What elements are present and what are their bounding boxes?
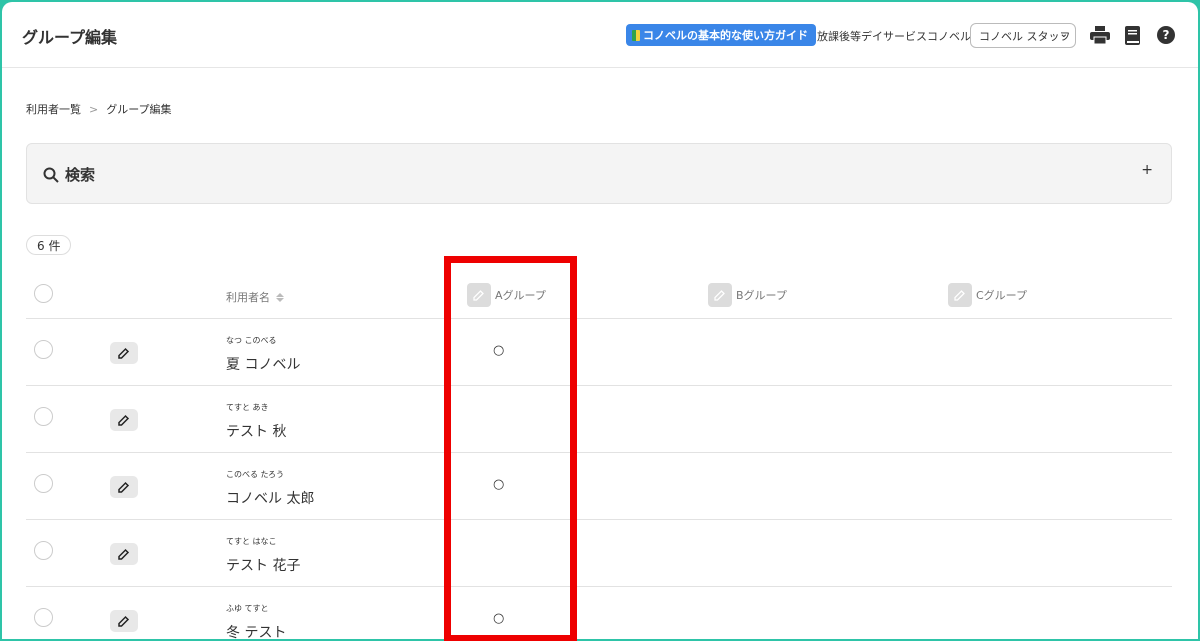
row-checkbox[interactable] [34,541,53,560]
app-window: グループ編集 コノベルの基本的な使い方ガイド 放課後等デイサービス コノベル コ… [2,2,1198,639]
row-checkbox[interactable] [34,407,53,426]
edit-icon[interactable] [708,283,732,307]
group-a-mark: ○ [493,611,505,626]
guide-button-label: コノベルの基本的な使い方ガイド [643,29,808,42]
user-kana: てすと はなこ [226,537,277,546]
breadcrumb-current: グループ編集 [106,103,172,116]
group-b-header[interactable]: Bグループ [708,283,787,307]
search-panel[interactable]: 検索 + [26,143,1172,204]
edit-icon [118,548,130,560]
user-kana: ふゆ てすと [226,604,269,613]
edit-icon [118,615,130,627]
search-icon [43,167,59,183]
user-name: コノベル 太郎 [226,491,315,507]
facility-type: 放課後等デイサービス [817,30,927,43]
user-name: 冬 テスト [226,625,287,639]
row-checkbox[interactable] [34,340,53,359]
group-a-label: Aグループ [495,289,546,302]
user-kana: なつ このべる [226,336,277,345]
row-checkbox[interactable] [34,474,53,493]
select-all-checkbox[interactable] [34,284,53,303]
breadcrumb: 利用者一覧 > グループ編集 [26,101,172,117]
table-header: 利用者名 Aグループ Bグループ Cグループ [26,260,1172,319]
group-c-label: Cグループ [976,289,1028,302]
table-row: なつ このべる 夏 コノベル ○ [26,319,1172,386]
name-column-header[interactable]: 利用者名 [226,289,284,305]
user-name: テスト 花子 [226,558,301,574]
user-name: テスト 秋 [226,424,287,440]
printer-icon[interactable] [1089,24,1111,46]
edit-row-button[interactable] [110,543,138,565]
group-a-header[interactable]: Aグループ [467,283,546,307]
chevron-down-icon: ⌄ [1059,29,1068,40]
expand-search-button[interactable]: + [1141,162,1153,178]
edit-icon [118,347,130,359]
org-name: コノベル [927,30,971,43]
staff-select[interactable]: コノベル スタッフ ⌄ [970,23,1076,48]
search-label: 検索 [65,166,96,184]
user-kana: てすと あき [226,403,269,412]
search-header: 検索 [43,164,95,185]
group-b-label: Bグループ [736,289,787,302]
edit-row-button[interactable] [110,342,138,364]
page-title: グループ編集 [22,28,118,47]
row-checkbox[interactable] [34,608,53,627]
breadcrumb-separator: > [89,102,99,116]
header: グループ編集 コノベルの基本的な使い方ガイド 放課後等デイサービス コノベル コ… [2,2,1198,68]
edit-icon[interactable] [948,283,972,307]
table-row: てすと はなこ テスト 花子 [26,520,1172,587]
group-c-header[interactable]: Cグループ [948,283,1027,307]
table-row: このべる たろう コノベル 太郎 ○ [26,453,1172,520]
breadcrumb-user-list[interactable]: 利用者一覧 [26,101,81,117]
staff-select-value: コノベル スタッフ [979,29,1071,43]
edit-icon [118,414,130,426]
user-kana: このべる たろう [226,470,285,479]
guide-button[interactable]: コノベルの基本的な使い方ガイド [626,24,816,46]
group-a-mark: ○ [493,477,505,492]
name-column-label: 利用者名 [226,291,270,304]
sort-icon [276,292,284,302]
edit-row-button[interactable] [110,409,138,431]
result-count: 6 件 [26,235,72,255]
edit-icon[interactable] [467,283,491,307]
user-name: 夏 コノベル [226,357,301,373]
table-row: てすと あき テスト 秋 [26,386,1172,453]
beginner-mark-icon [632,29,640,41]
edit-row-button[interactable] [110,476,138,498]
help-icon[interactable]: ? [1155,24,1177,46]
table-row: ふゆ てすと 冬 テスト ○ [26,587,1172,639]
group-table: 利用者名 Aグループ Bグループ Cグループ なつ このべる 夏 コノベル ○ … [26,260,1172,639]
edit-icon [118,481,130,493]
group-a-mark: ○ [493,343,505,358]
manual-book-icon[interactable] [1122,24,1144,46]
edit-row-button[interactable] [110,610,138,632]
